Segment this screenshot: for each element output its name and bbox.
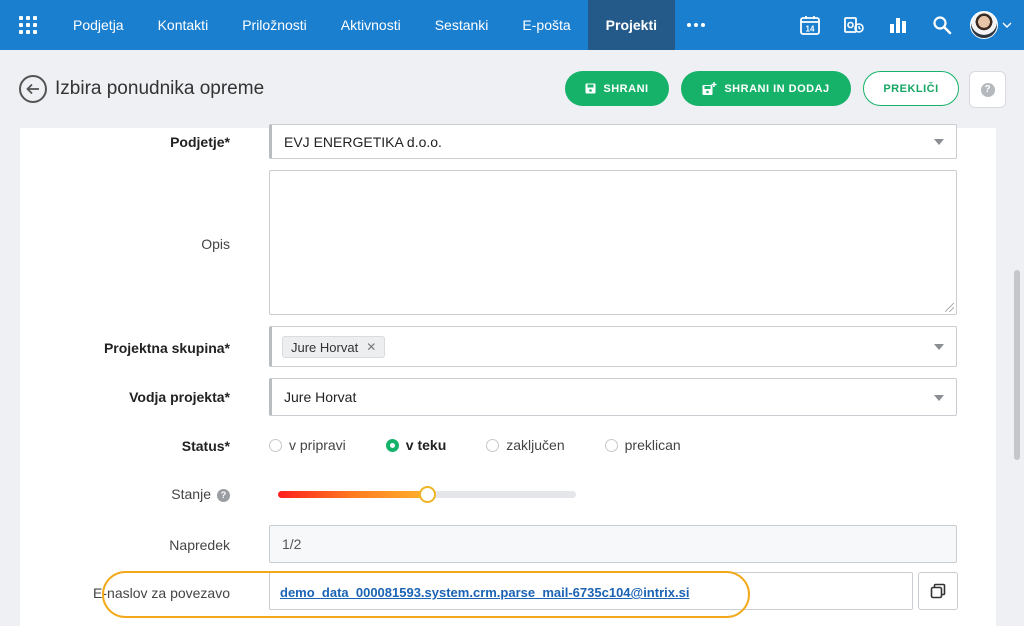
nav-item-podjetja[interactable]: Podjetja [56, 0, 141, 50]
avatar [970, 11, 998, 39]
company-select[interactable]: EVJ ENERGETIKA d.o.o. [269, 124, 957, 159]
caret-down-icon [934, 395, 944, 401]
search-button[interactable] [920, 0, 964, 50]
calendar-button[interactable]: 14 [788, 0, 832, 50]
caret-down-icon [934, 139, 944, 145]
progress-field: 1/2 [269, 525, 957, 563]
tag-label: Jure Horvat [291, 339, 359, 355]
progress-label: Napredek [169, 537, 230, 553]
status-radio-group: v pripravi v teku zaključen preklican [269, 435, 721, 455]
nav-right-tools: 14 [788, 0, 1024, 50]
help-button[interactable]: ? [969, 71, 1006, 108]
save-label: SHRANI [603, 82, 649, 95]
floppy-icon [585, 83, 596, 94]
state-slider[interactable] [278, 486, 576, 503]
company-value: EVJ ENERGETIKA d.o.o. [284, 134, 442, 150]
caret-down-icon [934, 344, 944, 350]
project-form: Podjetje* EVJ ENERGETIKA d.o.o. Opis Pro… [20, 124, 996, 626]
project-group-select[interactable]: Jure Horvat ✕ [269, 326, 957, 367]
calendar-icon: 14 [800, 16, 820, 35]
project-lead-value: Jure Horvat [284, 389, 357, 405]
user-menu[interactable] [964, 11, 1024, 39]
nav-item-eposta[interactable]: E-pošta [505, 0, 587, 50]
status-option-v-teku[interactable]: v teku [385, 437, 446, 453]
save-and-add-label: SHRANI IN DODAJ [724, 82, 830, 95]
status-option-preklican[interactable]: preklican [604, 437, 681, 453]
radio-icon [269, 438, 282, 452]
state-label: Stanje [171, 486, 211, 502]
status-label: Status* [181, 438, 230, 454]
email-highlight-ring [102, 571, 750, 618]
outlook-sync-button[interactable] [832, 0, 876, 50]
project-lead-label: Vodja projekta* [129, 389, 230, 405]
nav-item-projekti[interactable]: Projekti [587, 0, 676, 50]
project-lead-select[interactable]: Jure Horvat [269, 378, 957, 416]
radio-checked-icon [385, 438, 399, 452]
project-group-tag: Jure Horvat ✕ [282, 336, 386, 358]
description-label: Opis [201, 236, 230, 252]
copy-icon [930, 583, 946, 599]
nav-item-aktivnosti[interactable]: Aktivnosti [324, 0, 418, 50]
top-navigation: Podjetja Kontakti Priložnosti Aktivnosti… [0, 0, 1024, 50]
radio-icon [604, 438, 618, 452]
page-scrollbar[interactable] [1014, 270, 1020, 460]
state-slider-handle[interactable] [419, 486, 436, 503]
bar-chart-icon [890, 18, 906, 33]
nav-item-sestanki[interactable]: Sestanki [418, 0, 506, 50]
arrow-left-icon [26, 83, 39, 95]
help-icon: ? [980, 82, 995, 97]
page-title: Izbira ponudnika opreme [55, 78, 265, 99]
save-button[interactable]: SHRANI [565, 71, 669, 106]
status-option-v-pripravi[interactable]: v pripravi [269, 437, 346, 453]
company-label: Podjetje* [170, 134, 230, 150]
progress-value: 1/2 [282, 536, 302, 552]
more-menu-button[interactable] [675, 0, 717, 50]
copy-button[interactable] [918, 572, 958, 610]
remove-tag-icon[interactable]: ✕ [366, 340, 376, 354]
nav-item-kontakti[interactable]: Kontakti [141, 0, 226, 50]
save-and-add-button[interactable]: SHRANI IN DODAJ [681, 71, 851, 106]
radio-icon [486, 438, 500, 452]
description-textarea[interactable] [269, 170, 957, 315]
nav-item-priloznosti[interactable]: Priložnosti [225, 0, 324, 50]
page-header: Izbira ponudnika opreme SHRANI SHRANI IN… [0, 50, 1024, 128]
search-icon [933, 16, 952, 35]
status-option-zakljucen[interactable]: zaključen [486, 437, 565, 453]
question-icon[interactable]: ? [217, 489, 230, 502]
reports-button[interactable] [876, 0, 920, 50]
cancel-button[interactable]: PREKLIČI [863, 71, 959, 106]
resize-handle-icon[interactable] [945, 303, 954, 312]
state-slider-fill [278, 491, 427, 498]
app-grid-button[interactable] [0, 0, 56, 50]
outlook-icon [844, 17, 864, 33]
back-button[interactable] [19, 75, 47, 103]
floppy-plus-icon [702, 81, 717, 95]
state-label-wrap: Stanje? [171, 486, 230, 502]
project-group-label: Projektna skupina* [103, 340, 230, 356]
grid-icon [19, 16, 37, 34]
chevron-down-icon [1002, 22, 1012, 28]
calendar-day: 14 [806, 25, 815, 34]
